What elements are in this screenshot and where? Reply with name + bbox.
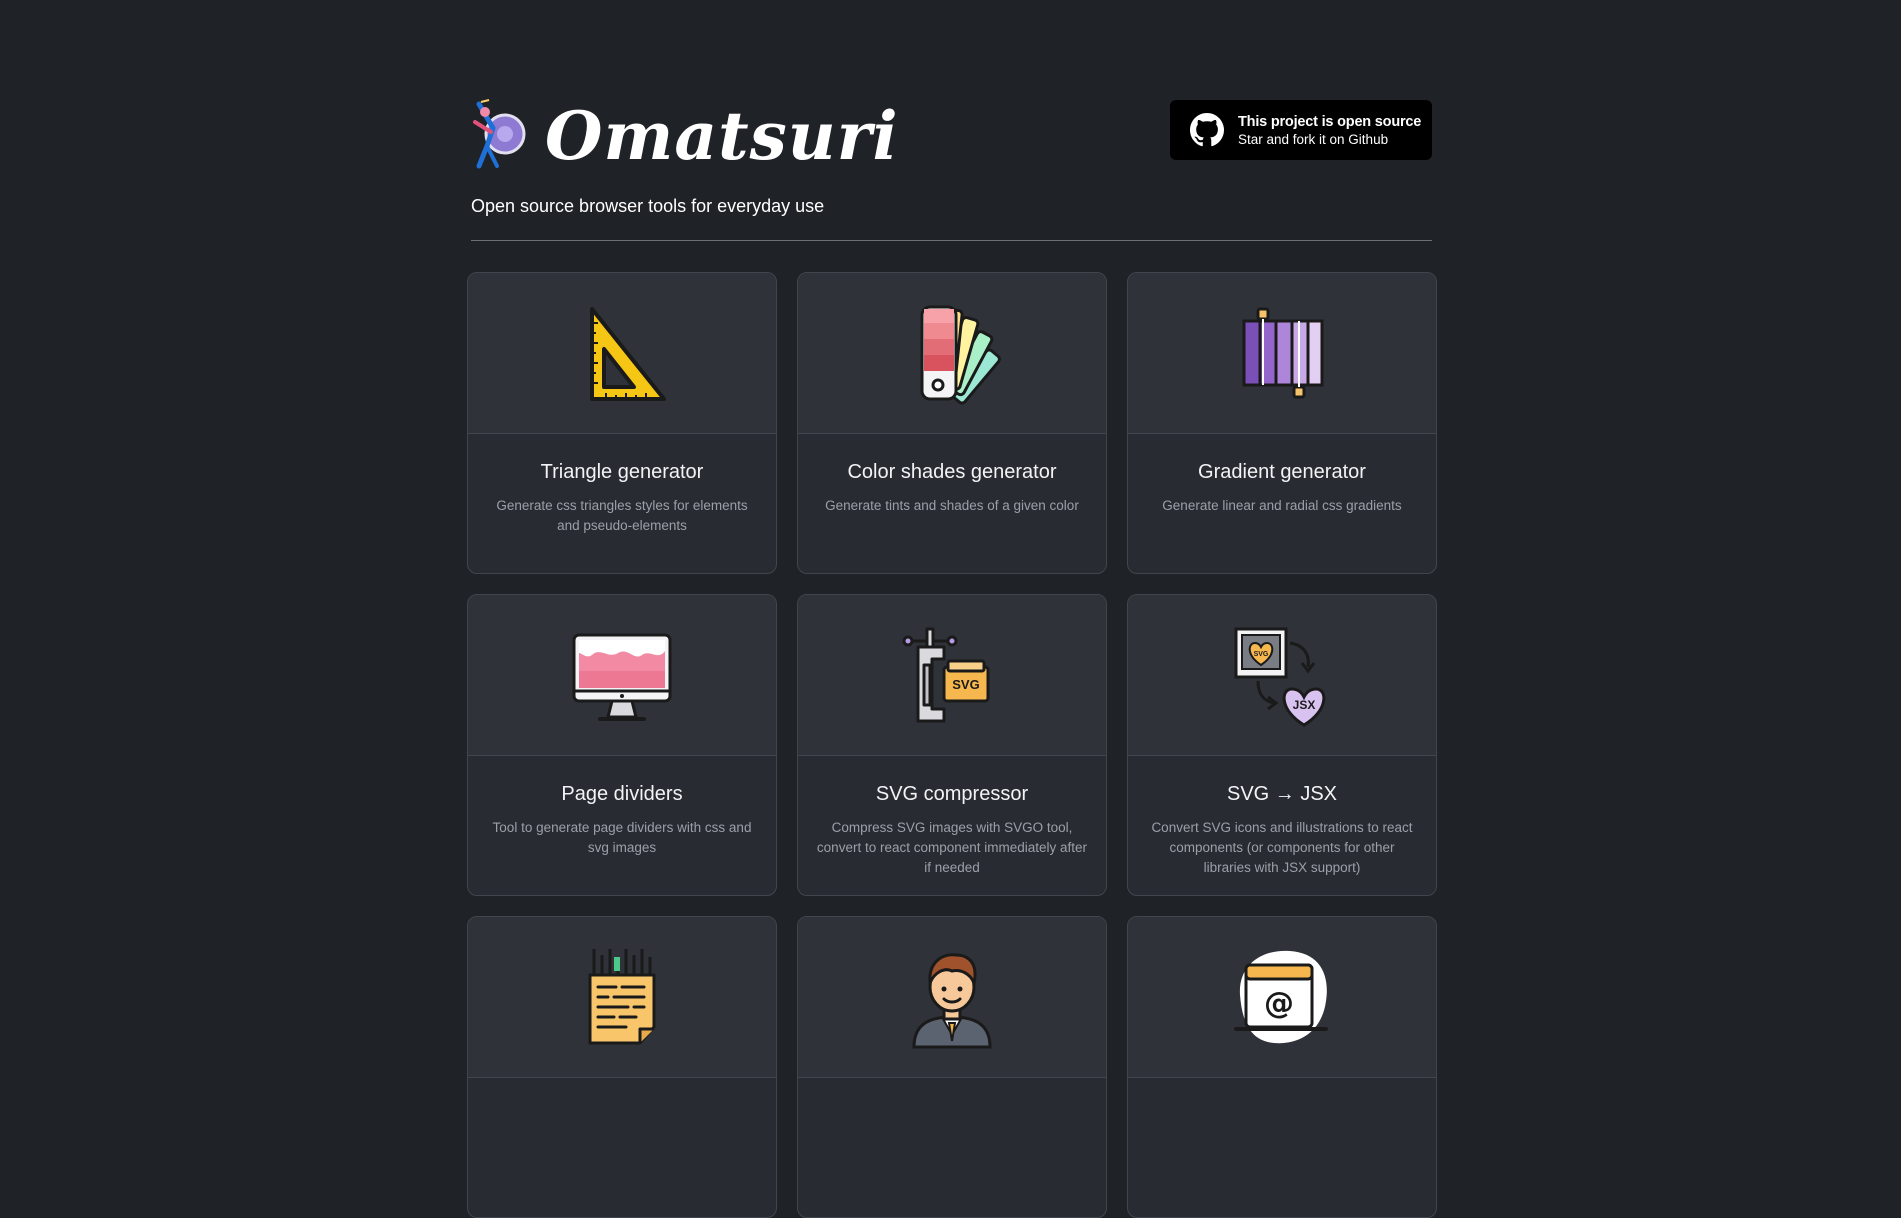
svg-clamp-icon: SVG: [902, 627, 990, 723]
card-title: Page dividers: [561, 783, 683, 805]
tool-card-gradient-generator[interactable]: Gradient generator Generate linear and r…: [1127, 272, 1437, 574]
tool-card-triangle-generator[interactable]: Triangle generator Generate css triangle…: [467, 272, 777, 574]
svg-text:JSX: JSX: [1293, 698, 1316, 712]
tool-card-8[interactable]: [797, 916, 1107, 1218]
email-icon: @: [1234, 950, 1328, 1044]
header: Omatsuri Open source browser tools for e…: [467, 0, 1437, 250]
card-description: Tool to generate page dividers with css …: [492, 820, 752, 855]
tool-card-svg-to-jsx[interactable]: SVG JSX SVG → JSX Convert SVG icons and …: [1127, 594, 1437, 896]
tool-card-color-shades-generator[interactable]: Color shades generator Generate tints an…: [797, 272, 1107, 574]
tool-card-svg-compressor[interactable]: SVG SVG compressor Compress SVG images w…: [797, 594, 1107, 896]
tool-card-9[interactable]: @: [1127, 916, 1437, 1218]
monitor-icon: [572, 633, 672, 721]
page-container: Omatsuri Open source browser tools for e…: [467, 0, 1437, 1218]
github-text: This project is open source Star and for…: [1238, 114, 1421, 147]
card-image: @: [1128, 917, 1436, 1078]
card-title: Gradient generator: [1198, 461, 1366, 483]
logo[interactable]: Omatsuri: [471, 98, 899, 174]
card-description: Compress SVG images with SVGO tool, conv…: [816, 820, 1088, 875]
card-description: Generate tints and shades of a given col…: [825, 498, 1079, 513]
card-title: Color shades generator: [847, 461, 1057, 483]
github-icon: [1190, 113, 1224, 147]
card-image: SVG: [798, 595, 1106, 756]
person-icon: [912, 953, 992, 1049]
card-description: Convert SVG icons and illustrations to r…: [1151, 820, 1413, 875]
card-description: Generate css triangles styles for elemen…: [496, 498, 748, 533]
tool-card-page-dividers[interactable]: Page dividers Tool to generate page divi…: [467, 594, 777, 896]
card-image: [798, 273, 1106, 434]
svg-text:@: @: [1264, 986, 1294, 1021]
card-title: SVG compressor: [875, 783, 1029, 805]
card-image: SVG JSX: [1128, 595, 1436, 756]
card-title: SVG → JSX: [1226, 783, 1338, 805]
tool-card-7[interactable]: [467, 916, 777, 1218]
logo-text: Omatsuri: [545, 97, 899, 175]
card-image: [468, 917, 776, 1078]
lorem-document-icon: [588, 949, 656, 1045]
github-button[interactable]: This project is open source Star and for…: [1170, 100, 1432, 160]
gradient-icon: [1242, 307, 1324, 399]
card-description: Generate linear and radial css gradients: [1162, 498, 1402, 513]
card-title: Triangle generator: [540, 461, 704, 483]
header-divider: [471, 240, 1432, 241]
tools-grid: Triangle generator Generate css triangle…: [467, 272, 1437, 1218]
logo-icon: [473, 99, 526, 169]
triangle-ruler-icon: [590, 307, 666, 401]
page-subtitle: Open source browser tools for everyday u…: [471, 196, 825, 216]
svg-to-jsx-icon: SVG JSX: [1234, 627, 1326, 727]
card-image: [468, 595, 776, 756]
color-palette-icon: [920, 305, 1001, 405]
svg-text:SVG: SVG: [1254, 651, 1269, 658]
card-image: [1128, 273, 1436, 434]
card-image: [468, 273, 776, 434]
svg-text:SVG: SVG: [952, 677, 979, 692]
github-title: This project is open source: [1238, 113, 1422, 130]
github-subtitle: Star and fork it on Github: [1238, 131, 1389, 147]
card-image: [798, 917, 1106, 1078]
